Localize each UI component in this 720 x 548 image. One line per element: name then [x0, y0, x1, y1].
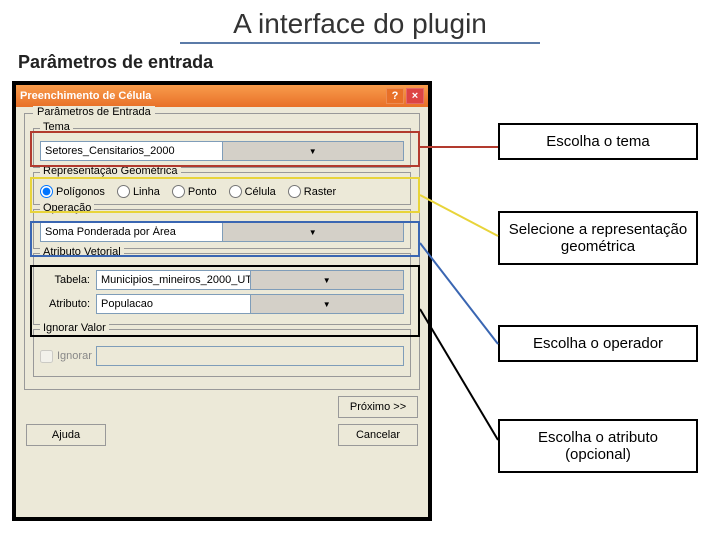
cancelar-button[interactable]: Cancelar [338, 424, 418, 446]
subgroup-representacao: Representação Geométrica Polígonos Linha… [33, 172, 411, 205]
proximo-button[interactable]: Próximo >> [338, 396, 418, 418]
dialog-titlebar[interactable]: Preenchimento de Célula ? × [16, 85, 428, 107]
chevron-down-icon[interactable]: ▼ [222, 223, 404, 241]
radio-raster[interactable]: Raster [288, 185, 336, 198]
chevron-down-icon[interactable]: ▼ [250, 271, 404, 289]
atributo-value: Populacao [97, 298, 250, 310]
help-icon[interactable]: ? [386, 88, 404, 104]
tema-combo[interactable]: Setores_Censitarios_2000 ▼ [40, 141, 404, 161]
operacao-combo[interactable]: Soma Ponderada por Área ▼ [40, 222, 404, 242]
group-title: Parâmetros de Entrada [33, 106, 155, 118]
callout-oper: Escolha o operador [498, 325, 698, 362]
group-parametros-entrada: Parâmetros de Entrada Tema Setores_Censi… [24, 113, 420, 390]
tema-title: Tema [40, 121, 73, 133]
subgroup-atributo: Atributo Vetorial Tabela: Municipios_min… [33, 253, 411, 325]
slide-title: A interface do plugin [0, 8, 720, 40]
connector-attr [420, 305, 500, 445]
chevron-down-icon[interactable]: ▼ [250, 295, 404, 313]
connector-tema [420, 143, 500, 151]
radio-poligonos[interactable]: Polígonos [40, 185, 105, 198]
operacao-title: Operação [40, 202, 94, 214]
radio-ponto[interactable]: Ponto [172, 185, 217, 198]
connector-oper [420, 239, 500, 349]
connector-repr [420, 191, 500, 241]
subgroup-tema: Tema Setores_Censitarios_2000 ▼ [33, 128, 411, 168]
tabela-combo[interactable]: Municipios_mineiros_2000_UTM1 ▼ [96, 270, 404, 290]
ajuda-button[interactable]: Ajuda [26, 424, 106, 446]
repr-title: Representação Geométrica [40, 165, 181, 177]
chevron-down-icon[interactable]: ▼ [222, 142, 404, 160]
dialog-title: Preenchimento de Célula [20, 90, 151, 102]
tabela-value: Municipios_mineiros_2000_UTM1 [97, 274, 250, 286]
plugin-dialog: Preenchimento de Célula ? × Parâmetros d… [12, 81, 432, 521]
divider [180, 42, 540, 44]
radio-celula[interactable]: Célula [229, 185, 276, 198]
slide-subtitle: Parâmetros de entrada [18, 52, 720, 73]
radio-linha[interactable]: Linha [117, 185, 160, 198]
callout-repr: Selecione a representação geométrica [498, 211, 698, 265]
ignorar-checkbox[interactable]: Ignorar [40, 350, 90, 363]
ignorar-title: Ignorar Valor [40, 322, 109, 334]
ignorar-field [96, 346, 404, 366]
callout-tema: Escolha o tema [498, 123, 698, 160]
callout-attr: Escolha o atributo (opcional) [498, 419, 698, 473]
subgroup-operacao: Operação Soma Ponderada por Área ▼ [33, 209, 411, 249]
atributo-combo[interactable]: Populacao ▼ [96, 294, 404, 314]
operacao-value: Soma Ponderada por Área [41, 226, 222, 238]
subgroup-ignorar: Ignorar Valor Ignorar [33, 329, 411, 377]
tabela-label: Tabela: [40, 274, 90, 286]
atributo-label: Atributo: [40, 298, 90, 310]
atributo-title: Atributo Vetorial [40, 246, 124, 258]
close-icon[interactable]: × [406, 88, 424, 104]
tema-value: Setores_Censitarios_2000 [41, 145, 222, 157]
